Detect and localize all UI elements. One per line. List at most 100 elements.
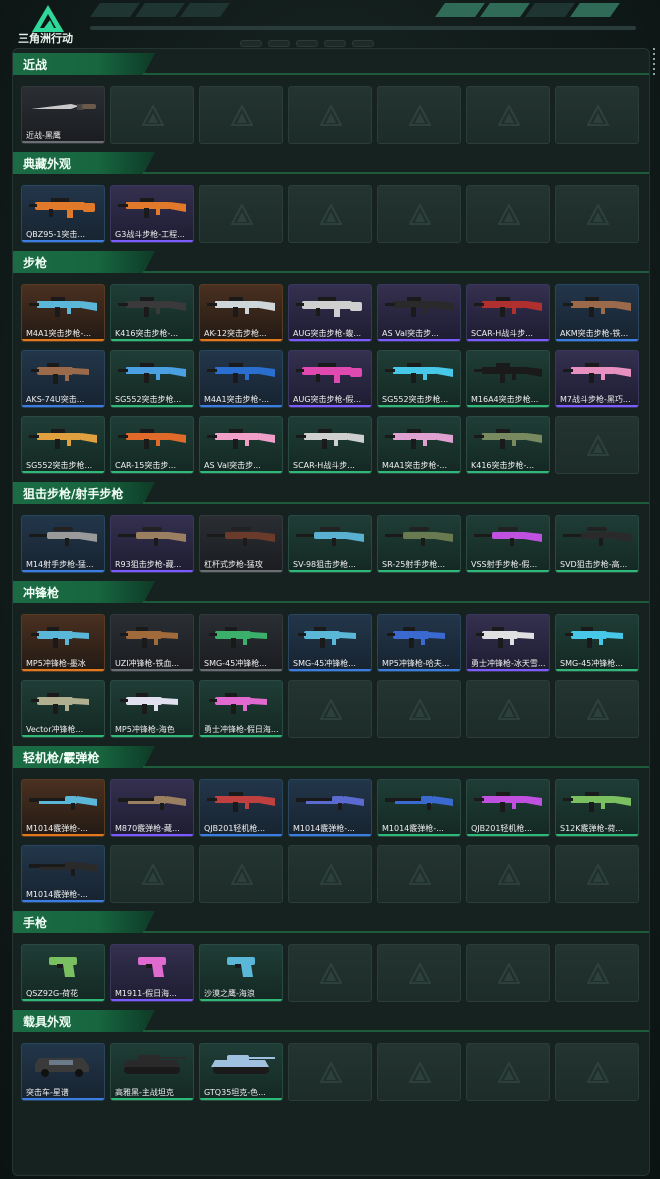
skin-tile[interactable]: R93狙击步枪-藏... — [110, 515, 194, 573]
skin-tile[interactable]: AS Val突击步... — [199, 416, 283, 474]
rarity-bar — [378, 669, 460, 671]
placeholder-triangle-icon — [408, 1060, 432, 1084]
section-divider — [143, 172, 649, 174]
skin-tile[interactable]: SMG-45冲锋枪... — [288, 614, 372, 672]
rarity-bar — [556, 339, 638, 341]
skin-tile[interactable]: K416突击步枪-... — [110, 284, 194, 342]
rarity-bar — [111, 834, 193, 836]
skin-label: M7战斗步枪-黑巧... — [560, 395, 631, 404]
rarity-bar — [22, 834, 104, 836]
skin-tile[interactable]: SCAR-H战斗步... — [466, 284, 550, 342]
skin-tile[interactable]: M1014霰弹枪-... — [377, 779, 461, 837]
skin-tile[interactable]: M1014霰弹枪-... — [21, 845, 105, 903]
skin-tile[interactable]: AUG突击步枪-假... — [288, 350, 372, 408]
skin-tile[interactable]: Vector冲锋枪... — [21, 680, 105, 738]
rarity-bar — [289, 570, 371, 572]
rarity-bar — [111, 1098, 193, 1100]
skin-label: K416突击步枪-... — [115, 329, 179, 338]
skin-label: SVD狙击步枪-高... — [560, 560, 628, 569]
skin-tile[interactable]: M16A4突击步枪... — [466, 350, 550, 408]
placeholder-triangle-icon — [408, 103, 432, 127]
skin-label: AKS-74U突击... — [26, 395, 85, 404]
header-stripe — [435, 3, 485, 17]
skin-tile[interactable]: M4A1突击步枪-... — [199, 350, 283, 408]
rarity-bar — [22, 999, 104, 1001]
skin-tile[interactable]: M1911-假日海... — [110, 944, 194, 1002]
skin-tile[interactable]: M4A1突击步枪-... — [21, 284, 105, 342]
skin-tile[interactable]: MP5冲锋枪-墨冰 — [21, 614, 105, 672]
skin-tile[interactable]: M14射手步枪-猛... — [21, 515, 105, 573]
skin-tile[interactable]: SMG-45冲锋枪... — [199, 614, 283, 672]
smg-icon — [27, 621, 99, 649]
skin-tile[interactable]: SG552突击步枪... — [21, 416, 105, 474]
smg-icon — [561, 621, 633, 649]
skin-tile[interactable]: AKM突击步枪-铁... — [555, 284, 639, 342]
sniper-icon — [205, 522, 277, 550]
skin-tile[interactable]: G3战斗步枪-工程... — [110, 185, 194, 243]
section-divider — [143, 1030, 649, 1032]
skin-tile[interactable]: M870霰弹枪-藏... — [110, 779, 194, 837]
skin-tile[interactable]: S12K霰弹枪-荷... — [555, 779, 639, 837]
skin-tile[interactable]: CAR-15突击步... — [110, 416, 194, 474]
skin-label: M4A1突击步枪-... — [26, 329, 92, 338]
skin-tile[interactable]: VSS射手步枪-假... — [466, 515, 550, 573]
skin-label: M16A4突击步枪... — [471, 395, 539, 404]
skin-tile[interactable]: SG552突击步枪... — [377, 350, 461, 408]
skin-tile[interactable]: MP5冲锋枪-海色 — [110, 680, 194, 738]
skin-label: 近战-黑鹰 — [26, 131, 61, 140]
skin-tile[interactable]: M7战斗步枪-黑巧... — [555, 350, 639, 408]
skin-tile[interactable]: SR-25射手步枪... — [377, 515, 461, 573]
placeholder-triangle-icon — [408, 697, 432, 721]
skin-tile[interactable]: AS Val突击步... — [377, 284, 461, 342]
skin-label: M1014霰弹枪-... — [26, 890, 88, 899]
rarity-bar — [556, 834, 638, 836]
rifle-icon — [116, 423, 188, 451]
empty-slot — [466, 680, 550, 738]
skin-tile[interactable]: 突击车-星谱 — [21, 1043, 105, 1101]
empty-slot — [377, 680, 461, 738]
skin-tile[interactable]: M4A1突击步枪-... — [377, 416, 461, 474]
skin-tile[interactable]: AUG突击步枪-蝮... — [288, 284, 372, 342]
rarity-bar — [22, 735, 104, 737]
rarity-bar — [22, 669, 104, 671]
skin-tile[interactable]: SV-98狙击步枪... — [288, 515, 372, 573]
placeholder-triangle-icon — [586, 103, 610, 127]
rarity-bar — [200, 405, 282, 407]
skin-tile[interactable]: SMG-45冲锋枪... — [555, 614, 639, 672]
skin-tile[interactable]: MP5冲锋枪-哈夫... — [377, 614, 461, 672]
skin-label: M1014霰弹枪-... — [26, 824, 88, 833]
skin-tile[interactable]: QJB201轻机枪... — [199, 779, 283, 837]
header-stripe — [570, 3, 620, 17]
skin-tile[interactable]: QJB201轻机枪... — [466, 779, 550, 837]
empty-slot — [288, 680, 372, 738]
skin-label: M870霰弹枪-藏... — [115, 824, 180, 833]
skin-tile[interactable]: AKS-74U突击... — [21, 350, 105, 408]
rifle-icon — [116, 192, 188, 220]
skin-tile[interactable]: GTQ35坦克-色... — [199, 1043, 283, 1101]
skin-tile[interactable]: 勇士冲锋枪-假日海... — [199, 680, 283, 738]
skin-tile[interactable]: K416突击步枪-... — [466, 416, 550, 474]
skin-tile[interactable]: AK-12突击步枪... — [199, 284, 283, 342]
skin-tile[interactable]: M1014霰弹枪-... — [288, 779, 372, 837]
rifle-icon — [561, 786, 633, 814]
section-header: 狙击步枪/射手步枪 — [13, 482, 155, 504]
empty-slot — [199, 185, 283, 243]
skin-tile[interactable]: 近战-黑鹰 — [21, 86, 105, 144]
skin-tile[interactable]: 勇士冲锋枪-冰天雪... — [466, 614, 550, 672]
scroll-indicator[interactable] — [653, 48, 656, 78]
skin-tile[interactable]: SG552突击步枪... — [110, 350, 194, 408]
skin-tile[interactable]: QSZ92G-荷花 — [21, 944, 105, 1002]
rifle-icon — [27, 423, 99, 451]
skin-label: QJB201轻机枪... — [204, 824, 266, 833]
skin-tile[interactable]: 杠杆式步枪-猛攻 — [199, 515, 283, 573]
rarity-bar — [22, 405, 104, 407]
skin-tile[interactable]: UZI冲锋枪-铁血... — [110, 614, 194, 672]
tank-icon — [116, 1050, 188, 1078]
empty-slot — [466, 1043, 550, 1101]
skin-tile[interactable]: 高雅黑-主战坦克 — [110, 1043, 194, 1101]
skin-tile[interactable]: SCAR-H战斗步... — [288, 416, 372, 474]
skin-tile[interactable]: M1014霰弹枪-... — [21, 779, 105, 837]
skin-tile[interactable]: SVD狙击步枪-高... — [555, 515, 639, 573]
skin-tile[interactable]: 沙漠之鹰-海浪 — [199, 944, 283, 1002]
skin-tile[interactable]: QBZ95-1突击... — [21, 185, 105, 243]
